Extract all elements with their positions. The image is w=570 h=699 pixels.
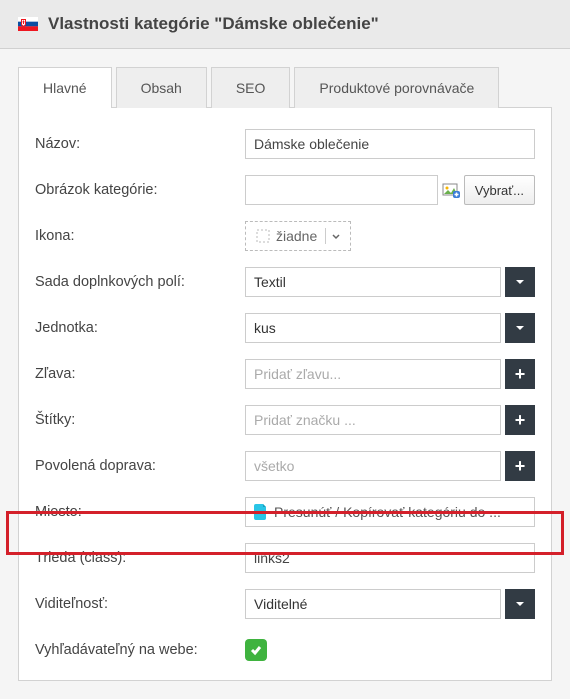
place-text: Presunúť / Kopírovať kategóriu do ... <box>274 504 501 520</box>
class-input[interactable] <box>245 543 535 573</box>
label-fieldset: Sada doplnkových polí: <box>35 274 245 290</box>
discount-add-button[interactable]: + <box>505 359 535 389</box>
tags-input[interactable] <box>245 405 501 435</box>
name-input[interactable] <box>245 129 535 159</box>
visibility-select[interactable]: Viditelné <box>245 589 501 619</box>
image-input[interactable] <box>245 175 438 205</box>
image-browse-button[interactable]: Vybrať... <box>464 175 535 205</box>
shipping-add-button[interactable]: + <box>505 451 535 481</box>
label-discount: Zľava: <box>35 366 245 382</box>
flag-icon <box>18 17 38 31</box>
label-tags: Štítky: <box>35 412 245 428</box>
visibility-dropdown-button[interactable] <box>505 589 535 619</box>
tags-add-button[interactable]: + <box>505 405 535 435</box>
page-title: Vlastnosti kategórie "Dámske oblečenie" <box>48 14 379 34</box>
fieldset-dropdown-button[interactable] <box>505 267 535 297</box>
label-name: Názov: <box>35 136 245 152</box>
label-image: Obrázok kategórie: <box>35 182 245 198</box>
label-visibility: Viditeľnosť: <box>35 596 245 612</box>
dashed-square-icon <box>256 229 270 243</box>
label-unit: Jednotka: <box>35 320 245 336</box>
tab-content[interactable]: Obsah <box>116 67 207 108</box>
icon-value: žiadne <box>276 228 317 244</box>
caret-down-icon <box>325 228 340 244</box>
icon-select[interactable]: žiadne <box>245 221 351 251</box>
label-shipping: Povolená doprava: <box>35 458 245 474</box>
fieldset-select[interactable]: Textil <box>245 267 501 297</box>
label-place: Miesto: <box>35 504 245 520</box>
shipping-input[interactable] <box>245 451 501 481</box>
tabs: Hlavné Obsah SEO Produktové porovnávače <box>18 67 552 108</box>
tab-main[interactable]: Hlavné <box>18 67 112 108</box>
tab-seo[interactable]: SEO <box>211 67 291 108</box>
image-picker-icon[interactable] <box>442 181 460 199</box>
label-class: Trieda (class): <box>35 550 245 566</box>
unit-select[interactable]: kus <box>245 313 501 343</box>
label-searchable: Vyhľadávateľný na webe: <box>35 642 245 658</box>
searchable-checkbox[interactable] <box>245 639 267 661</box>
panel-main: Názov: Obrázok kategórie: Vybrať... Ikon… <box>18 107 552 681</box>
file-icon <box>254 504 268 520</box>
place-button[interactable]: Presunúť / Kopírovať kategóriu do ... <box>245 497 535 527</box>
tab-comparators[interactable]: Produktové porovnávače <box>294 67 499 108</box>
unit-dropdown-button[interactable] <box>505 313 535 343</box>
label-icon: Ikona: <box>35 228 245 244</box>
discount-input[interactable] <box>245 359 501 389</box>
